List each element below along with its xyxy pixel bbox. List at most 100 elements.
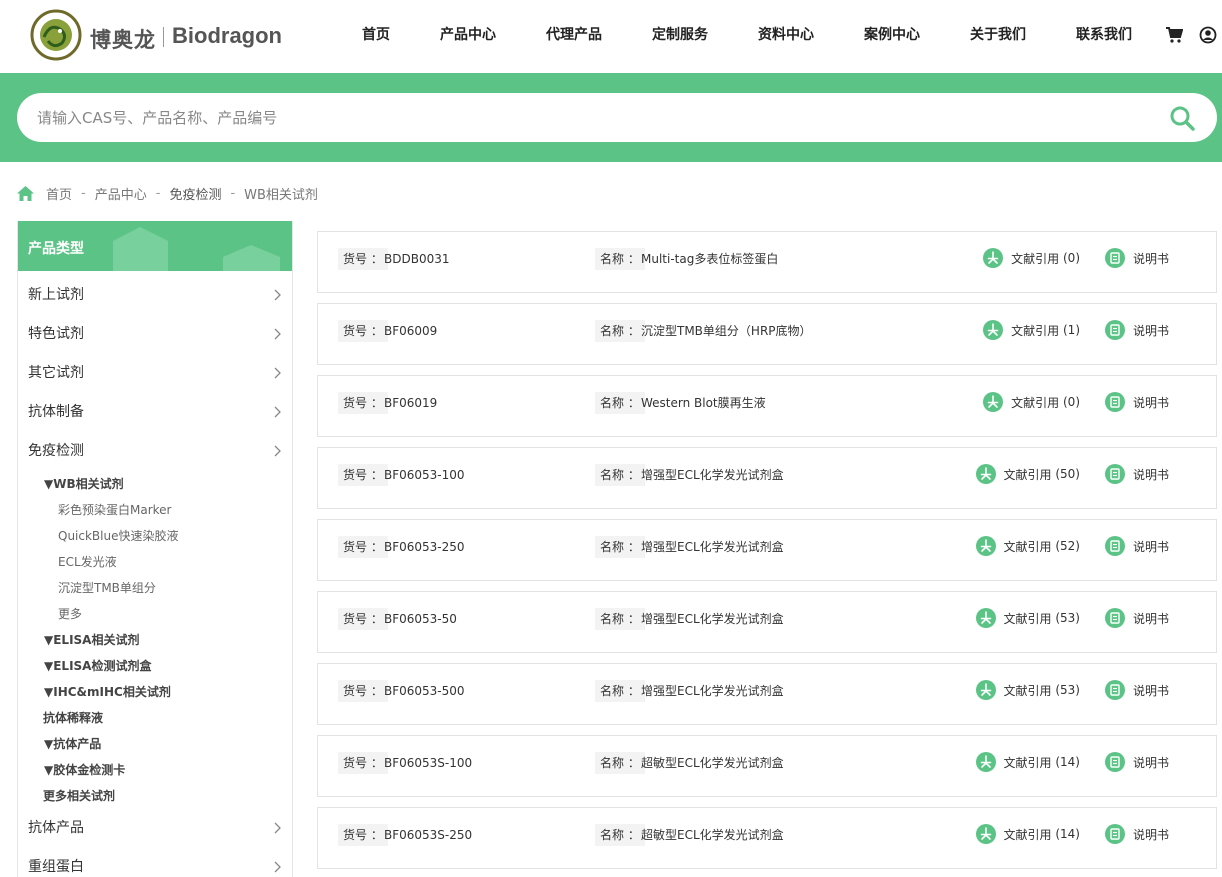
product-name[interactable]: 超敏型ECL化学发光试剂盒 [641,752,784,774]
biodragon-logo-icon[interactable] [30,9,82,61]
nav-item-custom[interactable]: 定制服务 [624,0,736,70]
product-row[interactable]: 货号 ： BF06053-100 名称 ： 增强型ECL化学发光试剂盒 文献引用… [317,447,1217,509]
nav-item-products[interactable]: 产品中心 [412,0,524,70]
citation-link[interactable]: 文献引用 (0) [983,245,1080,271]
manual-link[interactable]: 说明书 [1105,461,1169,487]
citation-link[interactable]: 文献引用 (53) [975,677,1080,703]
citation-label: 文献引用 [1011,323,1060,338]
product-name[interactable]: 超敏型ECL化学发光试剂盒 [641,824,784,846]
sidebar-sub-label: ELISA检测试剂盒 [53,659,152,673]
breadcrumb-products[interactable]: 产品中心 [95,184,147,203]
site-header: 博奥龙 Biodragon 首页 产品中心 代理产品 定制服务 资料中心 案例中… [0,0,1222,73]
sidebar-cat-recombinant[interactable]: 重组蛋白 [18,848,292,877]
citation-link[interactable]: 文献引用 (14) [975,821,1080,847]
sidebar-sub-more[interactable]: 更多相关试剂 [18,783,292,809]
pdf-icon [975,464,996,484]
home-icon[interactable] [17,185,34,201]
manual-link[interactable]: 说明书 [1105,317,1169,343]
nav-item-resources[interactable]: 资料中心 [736,0,836,70]
sidebar-sub-ihc[interactable]: ▼IHC&mIHC相关试剂 [18,679,292,705]
product-code[interactable]: BF06019 [384,392,437,414]
search-band [0,73,1222,162]
product-name-label: 名称 ： [595,752,645,774]
product-row[interactable]: 货号 ： BF06053-500 名称 ： 增强型ECL化学发光试剂盒 文献引用… [317,663,1217,725]
product-row[interactable]: 货号 ： BF06053S-100 名称 ： 超敏型ECL化学发光试剂盒 文献引… [317,735,1217,797]
sidebar-cat-label: 其它试剂 [28,365,84,381]
product-name[interactable]: 增强型ECL化学发光试剂盒 [641,680,784,702]
manual-link[interactable]: 说明书 [1105,677,1169,703]
product-row[interactable]: 货号 ： BF06019 名称 ： Western Blot膜再生液 文献引用 … [317,375,1217,437]
breadcrumb-wb[interactable]: WB相关试剂 [244,184,318,203]
user-icon[interactable] [1199,26,1217,44]
sidebar-wb-item[interactable]: 彩色预染蛋白Marker [44,497,292,523]
nav-item-cases[interactable]: 案例中心 [836,0,948,70]
search-input[interactable] [37,93,1157,142]
manual-link[interactable]: 说明书 [1105,821,1169,847]
product-name-label: 名称 ： [595,536,645,558]
product-row[interactable]: 货号 ： BF06053-50 名称 ： 增强型ECL化学发光试剂盒 文献引用 … [317,591,1217,653]
manual-link[interactable]: 说明书 [1105,245,1169,271]
nav-item-contact[interactable]: 联系我们 [1048,0,1160,70]
product-row[interactable]: 货号 ： BF06009 名称 ： 沉淀型TMB单组分（HRP底物） 文献引用 … [317,303,1217,365]
nav-item-about[interactable]: 关于我们 [948,0,1048,70]
product-name[interactable]: Western Blot膜再生液 [641,392,766,414]
breadcrumb-home[interactable]: 首页 [46,184,72,203]
sidebar-cat-immuno[interactable]: 免疫检测 [18,432,292,471]
citation-count: (50) [1055,467,1080,481]
citation-link[interactable]: 文献引用 (0) [983,389,1080,415]
sidebar-cat-featured[interactable]: 特色试剂 [18,315,292,354]
product-row[interactable]: 货号 ： BF06053S-250 名称 ： 超敏型ECL化学发光试剂盒 文献引… [317,807,1217,869]
sidebar-sub-elisa-kit[interactable]: ▼ELISA检测试剂盒 [18,653,292,679]
citation-link[interactable]: 文献引用 (52) [975,533,1080,559]
manual-link[interactable]: 说明书 [1105,749,1169,775]
product-code[interactable]: BF06053S-250 [384,824,472,846]
sidebar-sub-diluent[interactable]: 抗体稀释液 [18,705,292,731]
nav-item-agency[interactable]: 代理产品 [524,0,624,70]
product-row[interactable]: 货号 ： BDDB0031 名称 ： Multi-tag多表位标签蛋白 文献引用… [317,231,1217,293]
product-row[interactable]: 货号 ： BF06053-250 名称 ： 增强型ECL化学发光试剂盒 文献引用… [317,519,1217,581]
sidebar-wb-item[interactable]: ECL发光液 [44,549,292,575]
product-code[interactable]: BDDB0031 [384,248,449,270]
product-code[interactable]: BF06053-50 [384,608,457,630]
product-code[interactable]: BF06053-100 [384,464,465,486]
sidebar-cat-label: 重组蛋白 [28,859,84,875]
manual-link[interactable]: 说明书 [1105,533,1169,559]
breadcrumb-immuno[interactable]: 免疫检测 [169,184,221,203]
citation-count: (53) [1055,611,1080,625]
manual-label: 说明书 [1133,251,1170,266]
product-code-label: 货号 ： [338,752,388,774]
sidebar-cat-antibody[interactable]: 抗体产品 [18,809,292,848]
citation-link[interactable]: 文献引用 (53) [975,605,1080,631]
product-code[interactable]: BF06053-250 [384,536,465,558]
manual-link[interactable]: 说明书 [1105,605,1169,631]
sidebar-sub-antibody[interactable]: ▼抗体产品 [18,731,292,757]
sidebar-sub-wb[interactable]: ▼WB相关试剂 [18,471,292,497]
sidebar-wb-item[interactable]: 更多 [44,601,292,627]
product-code[interactable]: BF06053S-100 [384,752,472,774]
product-name[interactable]: 增强型ECL化学发光试剂盒 [641,464,784,486]
triangle-down-icon: ▼ [44,633,54,647]
citation-link[interactable]: 文献引用 (1) [983,317,1080,343]
manual-label: 说明书 [1133,755,1170,770]
product-name[interactable]: 增强型ECL化学发光试剂盒 [641,536,784,558]
product-name[interactable]: 沉淀型TMB单组分（HRP底物） [641,320,812,342]
cart-icon[interactable] [1165,26,1183,44]
product-code-label: 货号 ： [338,392,388,414]
citation-link[interactable]: 文献引用 (14) [975,749,1080,775]
sidebar-wb-item[interactable]: 沉淀型TMB单组分 [44,575,292,601]
brand-divider [163,27,164,47]
sidebar-sub-elisa[interactable]: ▼ELISA相关试剂 [18,627,292,653]
sidebar-sub-colloidal-gold[interactable]: ▼胶体金检测卡 [18,757,292,783]
sidebar-cat-antibody-prep[interactable]: 抗体制备 [18,393,292,432]
sidebar-cat-new[interactable]: 新上试剂 [18,276,292,315]
search-icon[interactable] [1169,105,1195,131]
manual-link[interactable]: 说明书 [1105,389,1169,415]
nav-item-home[interactable]: 首页 [340,0,412,70]
product-name[interactable]: 增强型ECL化学发光试剂盒 [641,608,784,630]
sidebar-wb-item[interactable]: QuickBlue快速染胶液 [44,523,292,549]
product-code[interactable]: BF06053-500 [384,680,465,702]
product-code[interactable]: BF06009 [384,320,437,342]
citation-link[interactable]: 文献引用 (50) [975,461,1080,487]
product-name[interactable]: Multi-tag多表位标签蛋白 [641,248,778,270]
sidebar-cat-other[interactable]: 其它试剂 [18,354,292,393]
